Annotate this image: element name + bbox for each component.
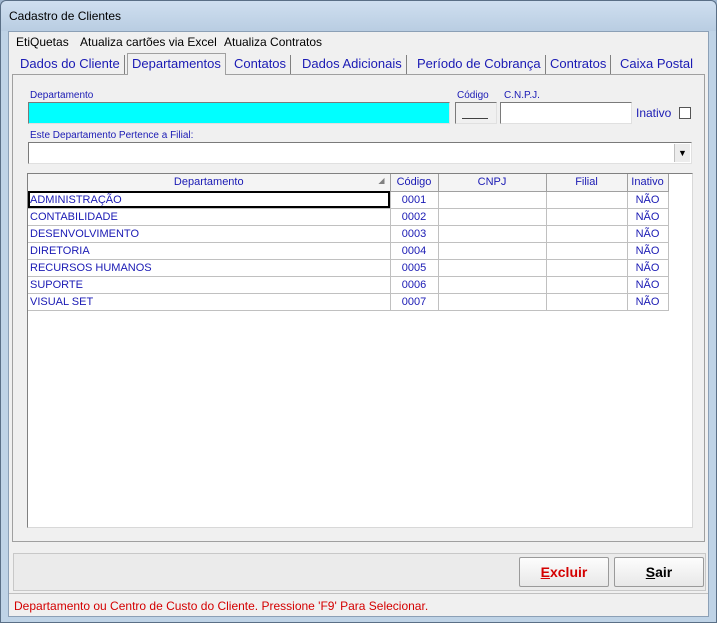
cell-inativo[interactable]: NÃO — [627, 259, 669, 277]
table-row[interactable]: RECURSOS HUMANOS 0005 NÃO — [28, 259, 669, 277]
cell-codigo[interactable]: 0004 — [390, 242, 439, 260]
inativo-checkbox[interactable] — [679, 107, 691, 119]
cell-filial[interactable] — [546, 242, 628, 260]
cnpj-label: C.N.P.J. — [504, 90, 540, 101]
cell-inativo[interactable]: NÃO — [627, 242, 669, 260]
tab-departamentos[interactable]: Departamentos — [127, 53, 226, 75]
table-row[interactable]: CONTABILIDADE 0002 NÃO — [28, 208, 669, 226]
column-header-inativo[interactable]: Inativo — [627, 174, 669, 192]
sair-button[interactable]: Sair — [614, 557, 704, 587]
tab-caixa-postal[interactable]: Caixa Postal — [616, 55, 697, 74]
tab-contatos[interactable]: Contatos — [230, 55, 292, 74]
dropdown-arrow-icon[interactable]: ▼ — [674, 144, 690, 162]
window-title: Cadastro de Clientes — [9, 9, 122, 23]
cnpj-input[interactable] — [500, 102, 632, 124]
cell-departamento[interactable]: ADMINISTRAÇÃO — [28, 191, 391, 209]
menu-atualiza-cartoes[interactable]: Atualiza cartões via Excel — [80, 35, 217, 49]
cell-inativo[interactable]: NÃO — [627, 293, 669, 311]
menu-bar: EtiQuetas Atualiza cartões via Excel Atu… — [9, 32, 708, 52]
cell-cnpj[interactable] — [438, 191, 547, 209]
table-row[interactable]: VISUAL SET 0007 NÃO — [28, 293, 669, 311]
excluir-hotkey: E — [540, 564, 550, 580]
cell-filial[interactable] — [546, 208, 628, 226]
filial-label: Este Departamento Pertence a Filial: — [30, 130, 194, 141]
cell-cnpj[interactable] — [438, 259, 547, 277]
menu-atualiza-contratos[interactable]: Atualiza Contratos — [224, 35, 322, 49]
column-header-cnpj[interactable]: CNPJ — [438, 174, 547, 192]
departamentos-grid[interactable]: Departamento ◢ Código CNPJ Filial Inativo… — [27, 173, 693, 528]
departamento-label: Departamento — [30, 90, 94, 101]
codigo-dash — [462, 118, 488, 119]
menu-etiquetas[interactable]: EtiQuetas — [16, 35, 69, 49]
tab-contratos[interactable]: Contratos — [546, 55, 612, 74]
sair-label: air — [655, 564, 673, 580]
main-window: Cadastro de Clientes EtiQuetas Atualiza … — [0, 0, 717, 623]
cell-departamento[interactable]: CONTABILIDADE — [28, 208, 391, 226]
table-row[interactable]: SUPORTE 0006 NÃO — [28, 276, 669, 294]
cell-codigo[interactable]: 0007 — [390, 293, 439, 311]
tab-strip: Dados do Cliente Departamentos Contatos … — [9, 53, 708, 75]
cell-departamento[interactable]: SUPORTE — [28, 276, 391, 294]
button-bar: Excluir Sair — [13, 553, 706, 591]
cell-inativo[interactable]: NÃO — [627, 191, 669, 209]
cell-inativo[interactable]: NÃO — [627, 208, 669, 226]
column-header-codigo[interactable]: Código — [390, 174, 439, 192]
cell-filial[interactable] — [546, 191, 628, 209]
cell-codigo[interactable]: 0005 — [390, 259, 439, 277]
tab-dados-adicionais[interactable]: Dados Adicionais — [298, 55, 407, 74]
codigo-label: Código — [457, 90, 489, 101]
cell-cnpj[interactable] — [438, 225, 547, 243]
sort-icon: ◢ — [378, 176, 385, 185]
cell-cnpj[interactable] — [438, 293, 547, 311]
filial-select[interactable]: ▼ — [28, 142, 692, 164]
client-area: EtiQuetas Atualiza cartões via Excel Atu… — [8, 31, 709, 617]
cell-codigo[interactable]: 0001 — [390, 191, 439, 209]
cell-codigo[interactable]: 0006 — [390, 276, 439, 294]
cell-inativo[interactable]: NÃO — [627, 225, 669, 243]
title-bar[interactable]: Cadastro de Clientes — [1, 1, 716, 31]
column-header-filial[interactable]: Filial — [546, 174, 628, 192]
cell-departamento[interactable]: VISUAL SET — [28, 293, 391, 311]
cell-filial[interactable] — [546, 276, 628, 294]
cell-cnpj[interactable] — [438, 208, 547, 226]
cell-cnpj[interactable] — [438, 276, 547, 294]
inativo-label: Inativo — [636, 106, 672, 120]
cell-codigo[interactable]: 0002 — [390, 208, 439, 226]
cell-departamento[interactable]: DIRETORIA — [28, 242, 391, 260]
excluir-label: xcluir — [549, 564, 588, 580]
sair-hotkey: S — [645, 564, 656, 580]
table-row[interactable]: ADMINISTRAÇÃO 0001 NÃO — [28, 191, 669, 209]
table-row[interactable]: DESENVOLVIMENTO 0003 NÃO — [28, 225, 669, 243]
excluir-button[interactable]: Excluir — [519, 557, 609, 587]
departamento-input[interactable] — [28, 102, 450, 124]
tab-dados-do-cliente[interactable]: Dados do Cliente — [16, 55, 125, 74]
codigo-input[interactable] — [455, 102, 497, 124]
cell-cnpj[interactable] — [438, 242, 547, 260]
column-header-departamento[interactable]: Departamento ◢ — [28, 174, 391, 192]
cell-codigo[interactable]: 0003 — [390, 225, 439, 243]
cell-filial[interactable] — [546, 259, 628, 277]
cell-filial[interactable] — [546, 293, 628, 311]
status-bar: Departamento ou Centro de Custo do Clien… — [9, 593, 708, 616]
cell-departamento[interactable]: DESENVOLVIMENTO — [28, 225, 391, 243]
cell-departamento[interactable]: RECURSOS HUMANOS — [28, 259, 391, 277]
tab-periodo-de-cobranca[interactable]: Período de Cobrança — [413, 55, 546, 74]
cell-filial[interactable] — [546, 225, 628, 243]
cell-inativo[interactable]: NÃO — [627, 276, 669, 294]
table-row[interactable]: DIRETORIA 0004 NÃO — [28, 242, 669, 260]
